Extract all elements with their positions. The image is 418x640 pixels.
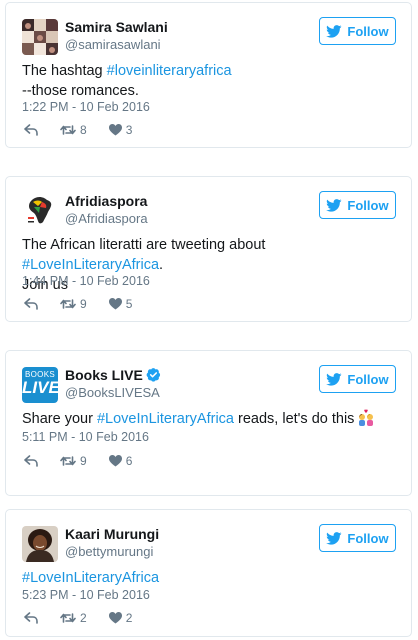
like-count: 2 (125, 611, 133, 625)
tweet-text-part: reads, let's do this (233, 411, 355, 427)
heart-icon (108, 455, 122, 467)
reply-icon (24, 124, 38, 136)
heart-icon (108, 298, 122, 310)
follow-label: Follow (347, 371, 389, 387)
verified-badge-icon (146, 368, 160, 382)
like-count: 3 (125, 123, 133, 137)
tweet-text: The hashtag #loveinliteraryafrica --thos… (22, 61, 395, 101)
heart-icon (108, 612, 122, 624)
author-handle[interactable]: @BooksLIVESA (65, 385, 160, 401)
hashtag-link[interactable]: #LoveInLiteraryAfrica (22, 570, 159, 586)
retweet-count: 2 (80, 611, 87, 625)
retweet-count: 9 (80, 297, 87, 311)
reply-icon (24, 455, 38, 467)
tweet-actions: 9 6 (24, 452, 154, 470)
like-button[interactable]: 2 (108, 611, 133, 625)
like-button[interactable]: 3 (108, 123, 133, 137)
tweet-actions: 8 3 (24, 121, 154, 139)
follow-button[interactable]: Follow (319, 524, 396, 552)
like-button[interactable]: 5 (108, 297, 133, 311)
avatar-text-live: LIVE (22, 378, 58, 397)
tweet-actions: 9 5 (24, 295, 154, 313)
reply-button[interactable] (24, 124, 38, 136)
author-handle[interactable]: @bettymurungi (65, 544, 153, 560)
reply-icon (24, 612, 38, 624)
timestamp[interactable]: 5:23 PM - 10 Feb 2016 (22, 587, 150, 603)
author-name[interactable]: Kaari Murungi (65, 526, 159, 542)
like-count: 5 (125, 297, 133, 311)
follow-button[interactable]: Follow (319, 17, 396, 45)
heart-icon (108, 124, 122, 136)
bird-icon (326, 198, 342, 212)
tweet-card: Samira Sawlani @samirasawlani Follow The… (5, 2, 412, 148)
timestamp[interactable]: 1:44 PM - 10 Feb 2016 (22, 273, 150, 289)
author-name[interactable]: Books LIVE (65, 367, 161, 383)
retweet-button[interactable]: 9 (60, 454, 87, 468)
reply-button[interactable] (24, 298, 38, 310)
retweet-count: 9 (80, 454, 87, 468)
hashtag-link[interactable]: #LoveInLiteraryAfrica (22, 257, 159, 273)
tweet-card: Kaari Murungi @bettymurungi Follow #Love… (5, 509, 412, 637)
avatar[interactable] (22, 19, 58, 55)
retweet-button[interactable]: 9 (60, 297, 87, 311)
tweet-text-part: The hashtag (22, 63, 107, 79)
retweet-button[interactable]: 8 (60, 123, 87, 137)
author-name[interactable]: Afridiaspora (65, 193, 147, 209)
author-name[interactable]: Samira Sawlani (65, 19, 168, 35)
retweet-button[interactable]: 2 (60, 611, 87, 625)
follow-button[interactable]: Follow (319, 365, 396, 393)
avatar[interactable] (22, 193, 58, 229)
avatar[interactable] (22, 526, 58, 562)
bird-icon (326, 531, 342, 545)
follow-label: Follow (347, 197, 389, 213)
retweet-icon (60, 299, 76, 309)
tweet-text-part: --those romances. (22, 83, 139, 99)
reply-button[interactable] (24, 612, 38, 624)
like-button[interactable]: 6 (108, 454, 133, 468)
tweet-card: Afridiaspora @Afridiaspora Follow The Af… (5, 176, 412, 322)
follow-label: Follow (347, 23, 389, 39)
author-name-text: Books LIVE (65, 367, 143, 383)
tweet-actions: 2 2 (24, 609, 154, 627)
author-handle[interactable]: @Afridiaspora (65, 211, 148, 227)
reply-icon (24, 298, 38, 310)
tweet-text: #LoveInLiteraryAfrica (22, 568, 395, 588)
reply-button[interactable] (24, 455, 38, 467)
hashtag-link[interactable]: #LoveInLiteraryAfrica (97, 411, 234, 427)
bird-icon (326, 24, 342, 38)
retweet-icon (60, 125, 76, 135)
avatar[interactable]: BOOKS LIVE (22, 367, 58, 403)
retweet-icon (60, 613, 76, 623)
retweet-icon (60, 456, 76, 466)
timestamp[interactable]: 5:11 PM - 10 Feb 2016 (22, 429, 149, 445)
follow-label: Follow (347, 530, 389, 546)
tweet-text-part: Share your (22, 411, 97, 427)
timestamp[interactable]: 1:22 PM - 10 Feb 2016 (22, 99, 150, 115)
bird-icon (326, 372, 342, 386)
tweet-text: Share your #LoveInLiteraryAfrica reads, … (22, 409, 395, 429)
like-count: 6 (125, 454, 133, 468)
tweet-text-part: . (159, 257, 164, 273)
couple-with-heart-emoji (359, 409, 374, 426)
retweet-count: 8 (80, 123, 87, 137)
hashtag-link[interactable]: #loveinliteraryafrica (107, 63, 232, 79)
tweet-card: BOOKS LIVE Books LIVE @BooksLIVESA Follo… (5, 350, 412, 496)
tweet-text-part: The African literatti are tweeting about (22, 237, 266, 253)
follow-button[interactable]: Follow (319, 191, 396, 219)
author-handle[interactable]: @samirasawlani (65, 37, 161, 53)
